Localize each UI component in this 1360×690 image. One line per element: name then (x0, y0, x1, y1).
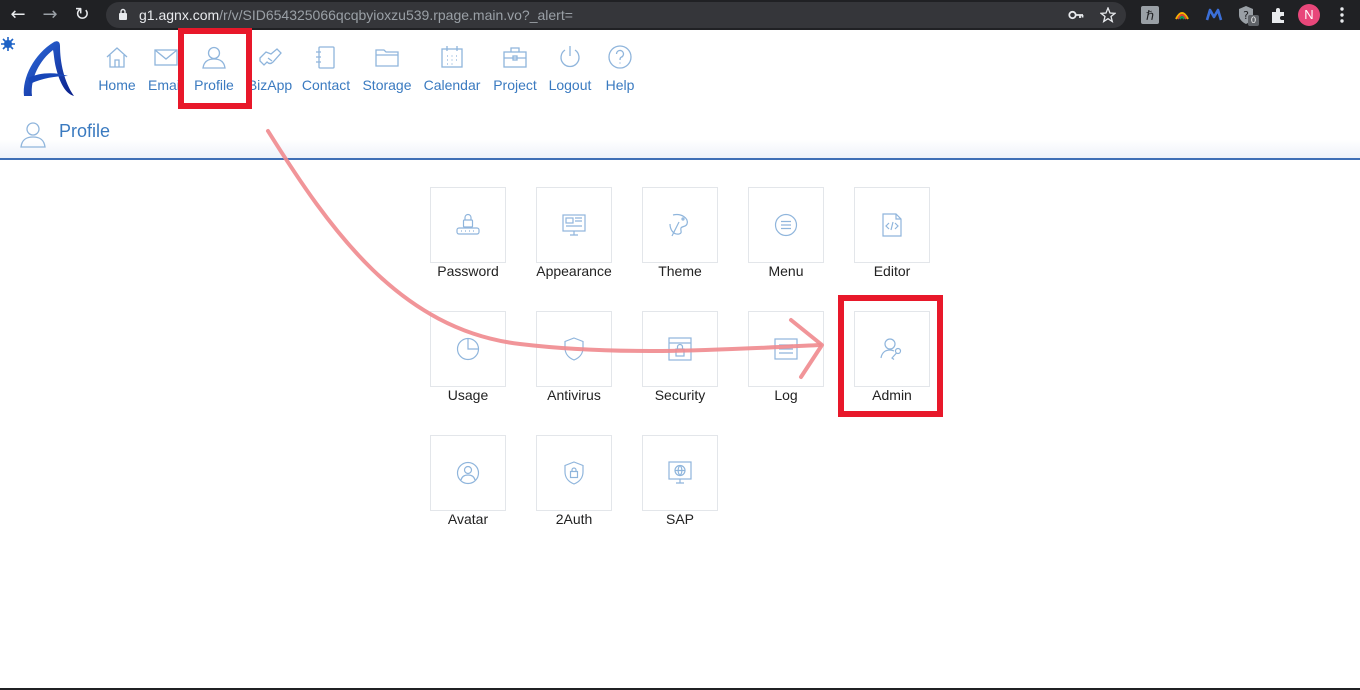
tile-sap[interactable]: SAP (627, 435, 733, 545)
url-text: g1.agnx.com/r/v/SID654325066qcqbyioxzu53… (139, 7, 573, 23)
nav-email[interactable]: Email (146, 44, 186, 93)
corner-badge-icon (1, 37, 15, 51)
help-icon (608, 45, 632, 69)
tile-editor[interactable]: Editor (839, 187, 945, 297)
tile-security[interactable]: Security (627, 311, 733, 421)
user-icon (202, 46, 226, 69)
avatar-icon (456, 461, 480, 485)
page-header: Profile (0, 112, 1360, 160)
nav-logout[interactable]: Logout (546, 44, 594, 93)
puzzle-extensions-icon[interactable] (1268, 5, 1288, 25)
code-file-icon (882, 213, 902, 237)
nav-bizapp[interactable]: BizApp (246, 44, 294, 93)
browser-toolbar: ← → ↻ g1.agnx.com/r/v/SID654325066qcqbyi… (0, 0, 1360, 30)
home-icon (106, 47, 128, 68)
tile-theme[interactable]: Theme (627, 187, 733, 297)
menu-icon (774, 213, 798, 237)
address-book-icon (316, 46, 335, 69)
calendar-icon (441, 46, 463, 68)
nav-calendar[interactable]: Calendar (422, 44, 482, 93)
extension-h-icon[interactable]: ℏ (1140, 5, 1160, 25)
lock-icon (119, 8, 127, 20)
extension-rainbow-icon[interactable] (1172, 5, 1192, 25)
svg-text:ℏ: ℏ (1146, 9, 1154, 24)
power-icon (560, 46, 580, 68)
tile-antivirus[interactable]: Antivirus (521, 311, 627, 421)
monitor-globe-icon (668, 461, 692, 484)
tile-admin[interactable]: Admin (839, 311, 945, 421)
agnx-logo[interactable] (20, 38, 78, 100)
admin-user-icon (880, 338, 902, 360)
nav-profile[interactable]: Profile (190, 44, 238, 93)
shield-icon (564, 337, 584, 361)
extension-m-icon[interactable] (1204, 5, 1224, 25)
lock-window-icon (668, 337, 692, 361)
tile-log[interactable]: Log (733, 311, 839, 421)
password-keypad-icon (456, 213, 480, 235)
address-bar[interactable]: g1.agnx.com/r/v/SID654325066qcqbyioxzu53… (106, 2, 1126, 28)
nav-help[interactable]: Help (602, 44, 638, 93)
kebab-menu-icon[interactable] (1332, 5, 1352, 25)
mail-icon (154, 49, 178, 66)
back-arrow-icon[interactable]: ← (6, 3, 30, 27)
tile-menu[interactable]: Menu (733, 187, 839, 297)
briefcase-icon (503, 47, 527, 68)
tile-2auth[interactable]: 2Auth (521, 435, 627, 545)
forward-arrow-icon[interactable]: → (38, 3, 62, 27)
layout-icon (562, 214, 586, 236)
pie-chart-icon (456, 337, 480, 361)
handshake-icon (259, 48, 282, 66)
list-icon (774, 338, 798, 360)
tile-usage[interactable]: Usage (415, 311, 521, 421)
folder-icon (375, 49, 399, 67)
tile-appearance[interactable]: Appearance (521, 187, 627, 297)
nav-storage[interactable]: Storage (360, 44, 414, 93)
nav-project[interactable]: Project (490, 44, 540, 93)
star-bookmark-icon[interactable] (1100, 7, 1116, 23)
shield-lock-icon (564, 461, 584, 485)
tile-password[interactable]: Password (415, 187, 521, 297)
reload-icon[interactable]: ↻ (70, 3, 94, 27)
profile-user-icon (20, 122, 46, 148)
browser-profile-avatar[interactable]: N (1298, 4, 1320, 26)
extension-badge-count: 0 (1248, 15, 1259, 26)
tile-avatar[interactable]: Avatar (415, 435, 521, 545)
paint-icon (669, 213, 688, 237)
nav-home[interactable]: Home (94, 44, 140, 93)
key-icon[interactable] (1068, 8, 1084, 22)
page-title: Profile (59, 121, 111, 141)
nav-contact[interactable]: Contact (300, 44, 352, 93)
